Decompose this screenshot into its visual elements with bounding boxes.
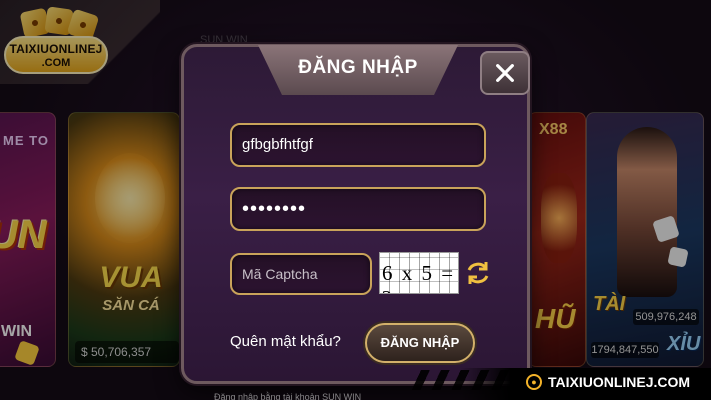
footer-note: Đăng nhập bằng tài khoản SUN WIN (214, 392, 362, 400)
login-modal: ĐĂNG NHẬP gfbgbfhtfgf •••••••• Mã Captch… (181, 44, 530, 384)
forgot-password-link[interactable]: Quên mật khẩu? (230, 333, 341, 350)
site-watermark: ● TAIXIUONLINEJ.COM (526, 374, 690, 390)
close-icon (496, 64, 514, 82)
captcha-input[interactable]: Mã Captcha (230, 253, 372, 295)
login-button[interactable]: ĐĂNG NHẬP (365, 323, 475, 363)
close-button[interactable] (480, 51, 530, 95)
password-input[interactable]: •••••••• (230, 187, 486, 231)
globe-icon: ● (526, 374, 542, 390)
captcha-image: 6 x 5 = ? (379, 252, 459, 294)
username-input[interactable]: gfbgbfhtfgf (230, 123, 486, 167)
refresh-captcha-icon[interactable] (464, 259, 492, 287)
modal-title: ĐĂNG NHẬP (298, 57, 418, 78)
watermark-text: TAIXIUONLINEJ.COM (548, 374, 691, 390)
captcha-text: 6 x 5 = ? (382, 261, 456, 293)
